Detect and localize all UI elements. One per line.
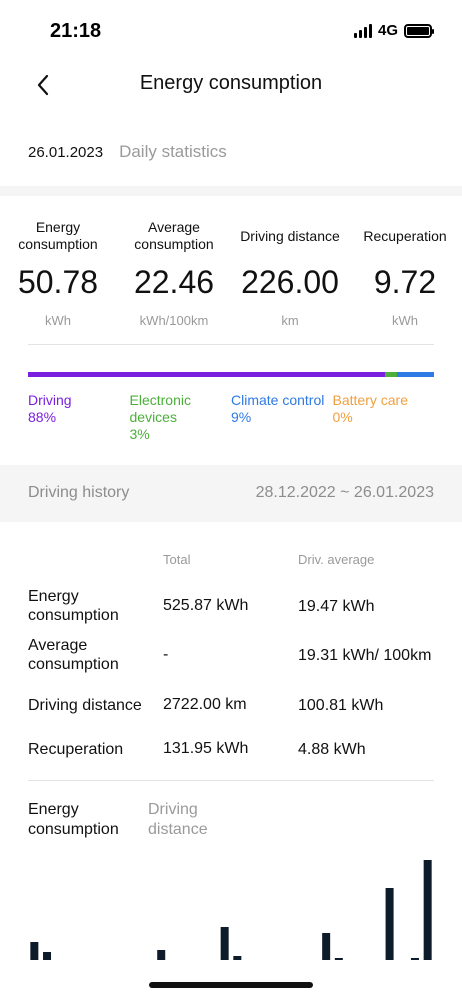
status-bar: 21:18 4G [0, 0, 462, 60]
legend-electronic-devices: Electronic devices 3% [130, 392, 232, 443]
stat-recuperation: Recuperation 9.72 kWh [348, 218, 462, 329]
section-separator [0, 186, 462, 196]
table-row: Recuperation 131.95 kWh 4.88 kWh [28, 730, 434, 768]
row-average: 100.81 kWh [298, 696, 384, 714]
daily-statistics-tab[interactable]: Daily statistics [119, 142, 227, 162]
legend-battery-care: Battery care 0% [333, 392, 435, 443]
legend-label: Electronic devices [129, 392, 191, 425]
column-header-average: Driv. average [298, 551, 375, 567]
legend-driving: Driving 88% [28, 392, 130, 443]
stat-label: Energy consumption [18, 219, 98, 252]
stat-value: 22.46 [133, 264, 215, 300]
chart-bar [423, 860, 432, 960]
legend-label: Driving [28, 392, 72, 408]
status-indicators: 4G [353, 22, 434, 39]
stat-label: Recuperation [363, 227, 447, 244]
table-row: Energy consumption 525.87 kWh 19.47 kWh [28, 582, 434, 630]
bar-segment-electronic-devices [385, 372, 398, 377]
driving-history-title: Driving history [28, 484, 130, 501]
row-label: Driving distance [28, 696, 142, 714]
home-indicator[interactable] [149, 982, 313, 988]
status-time: 21:18 [50, 20, 102, 42]
app-header: Energy consumption [0, 60, 462, 110]
chart-bar [322, 933, 331, 960]
stat-unit: kWh/100km [139, 313, 209, 328]
stat-unit: kWh [392, 313, 418, 328]
chart-bar [30, 942, 39, 960]
energy-bar-chart [30, 860, 432, 960]
legend-label: Climate control [231, 392, 325, 408]
tab-driving-distance[interactable]: Driving distance [148, 800, 228, 840]
stat-label: Average consumption [134, 219, 214, 252]
date-selector: 26.01.2023 Daily statistics [28, 142, 227, 162]
stat-driving-distance: Driving distance 226.00 km [232, 218, 348, 329]
chart-bar [233, 956, 242, 960]
chart-tabs: Energy consumption Driving distance [28, 800, 228, 840]
network-type: 4G [377, 22, 398, 39]
tab-energy-consumption[interactable]: Energy consumption [28, 800, 132, 840]
bar-segment-driving [28, 372, 386, 377]
breakdown-legend: Driving 88% Electronic devices 3% Climat… [28, 392, 434, 443]
chart-bar [43, 952, 52, 960]
bar-segment-climate-control [397, 372, 434, 377]
row-label: Recuperation [28, 740, 124, 758]
row-total: 525.87 kWh [163, 597, 249, 614]
driving-history-table: Total Driv. average Energy consumption 5… [28, 548, 434, 768]
legend-percent: 88% [28, 409, 57, 425]
table-row: Average consumption - 19.31 kWh/ 100km [28, 630, 434, 680]
row-average: 19.31 kWh/ 100km [298, 646, 432, 664]
stat-average-consumption: Average consumption 22.46 kWh/100km [116, 218, 232, 328]
page-title: Energy consumption [139, 72, 323, 94]
date-picker[interactable]: 26.01.2023 [28, 144, 103, 161]
chart-bar [410, 958, 419, 960]
row-average: 19.47 kWh [298, 597, 375, 615]
chart-bar [157, 950, 166, 960]
stat-energy-consumption: Energy consumption 50.78 kWh [0, 218, 116, 328]
legend-climate-control: Climate control 9% [231, 392, 333, 443]
divider [28, 780, 434, 781]
chart-bar [220, 927, 229, 960]
row-total: 2722.00 km [163, 696, 247, 713]
row-label: Average consumption [28, 637, 119, 673]
table-header: Total Driv. average [28, 548, 434, 570]
row-average: 4.88 kWh [298, 740, 366, 758]
driving-history-header: Driving history 28.12.2022 ~ 26.01.2023 [0, 465, 462, 522]
row-label: Energy consumption [28, 588, 119, 624]
legend-percent: 0% [332, 409, 353, 425]
battery-icon [404, 23, 434, 38]
stat-value: 9.72 [373, 264, 437, 300]
column-header-total: Total [163, 551, 191, 567]
divider [28, 344, 434, 345]
stat-value: 226.00 [241, 264, 339, 300]
legend-percent: 3% [129, 426, 150, 442]
stat-unit: kWh [45, 313, 71, 328]
stat-value: 50.78 [17, 264, 99, 300]
row-total: - [163, 646, 169, 663]
chart-bar [385, 888, 394, 960]
stat-label: Driving distance [240, 227, 340, 244]
consumption-breakdown-bar [28, 372, 434, 377]
legend-label: Battery care [332, 392, 408, 408]
stat-unit: km [281, 313, 299, 328]
legend-percent: 9% [231, 409, 252, 425]
date-range-selector[interactable]: 28.12.2022 ~ 26.01.2023 [256, 484, 434, 502]
summary-stats: Energy consumption 50.78 kWh Average con… [0, 218, 462, 328]
row-total: 131.95 kWh [163, 740, 249, 757]
signal-icon [353, 23, 372, 38]
table-row: Driving distance 2722.00 km 100.81 kWh [28, 680, 434, 730]
chart-bar [334, 958, 343, 960]
